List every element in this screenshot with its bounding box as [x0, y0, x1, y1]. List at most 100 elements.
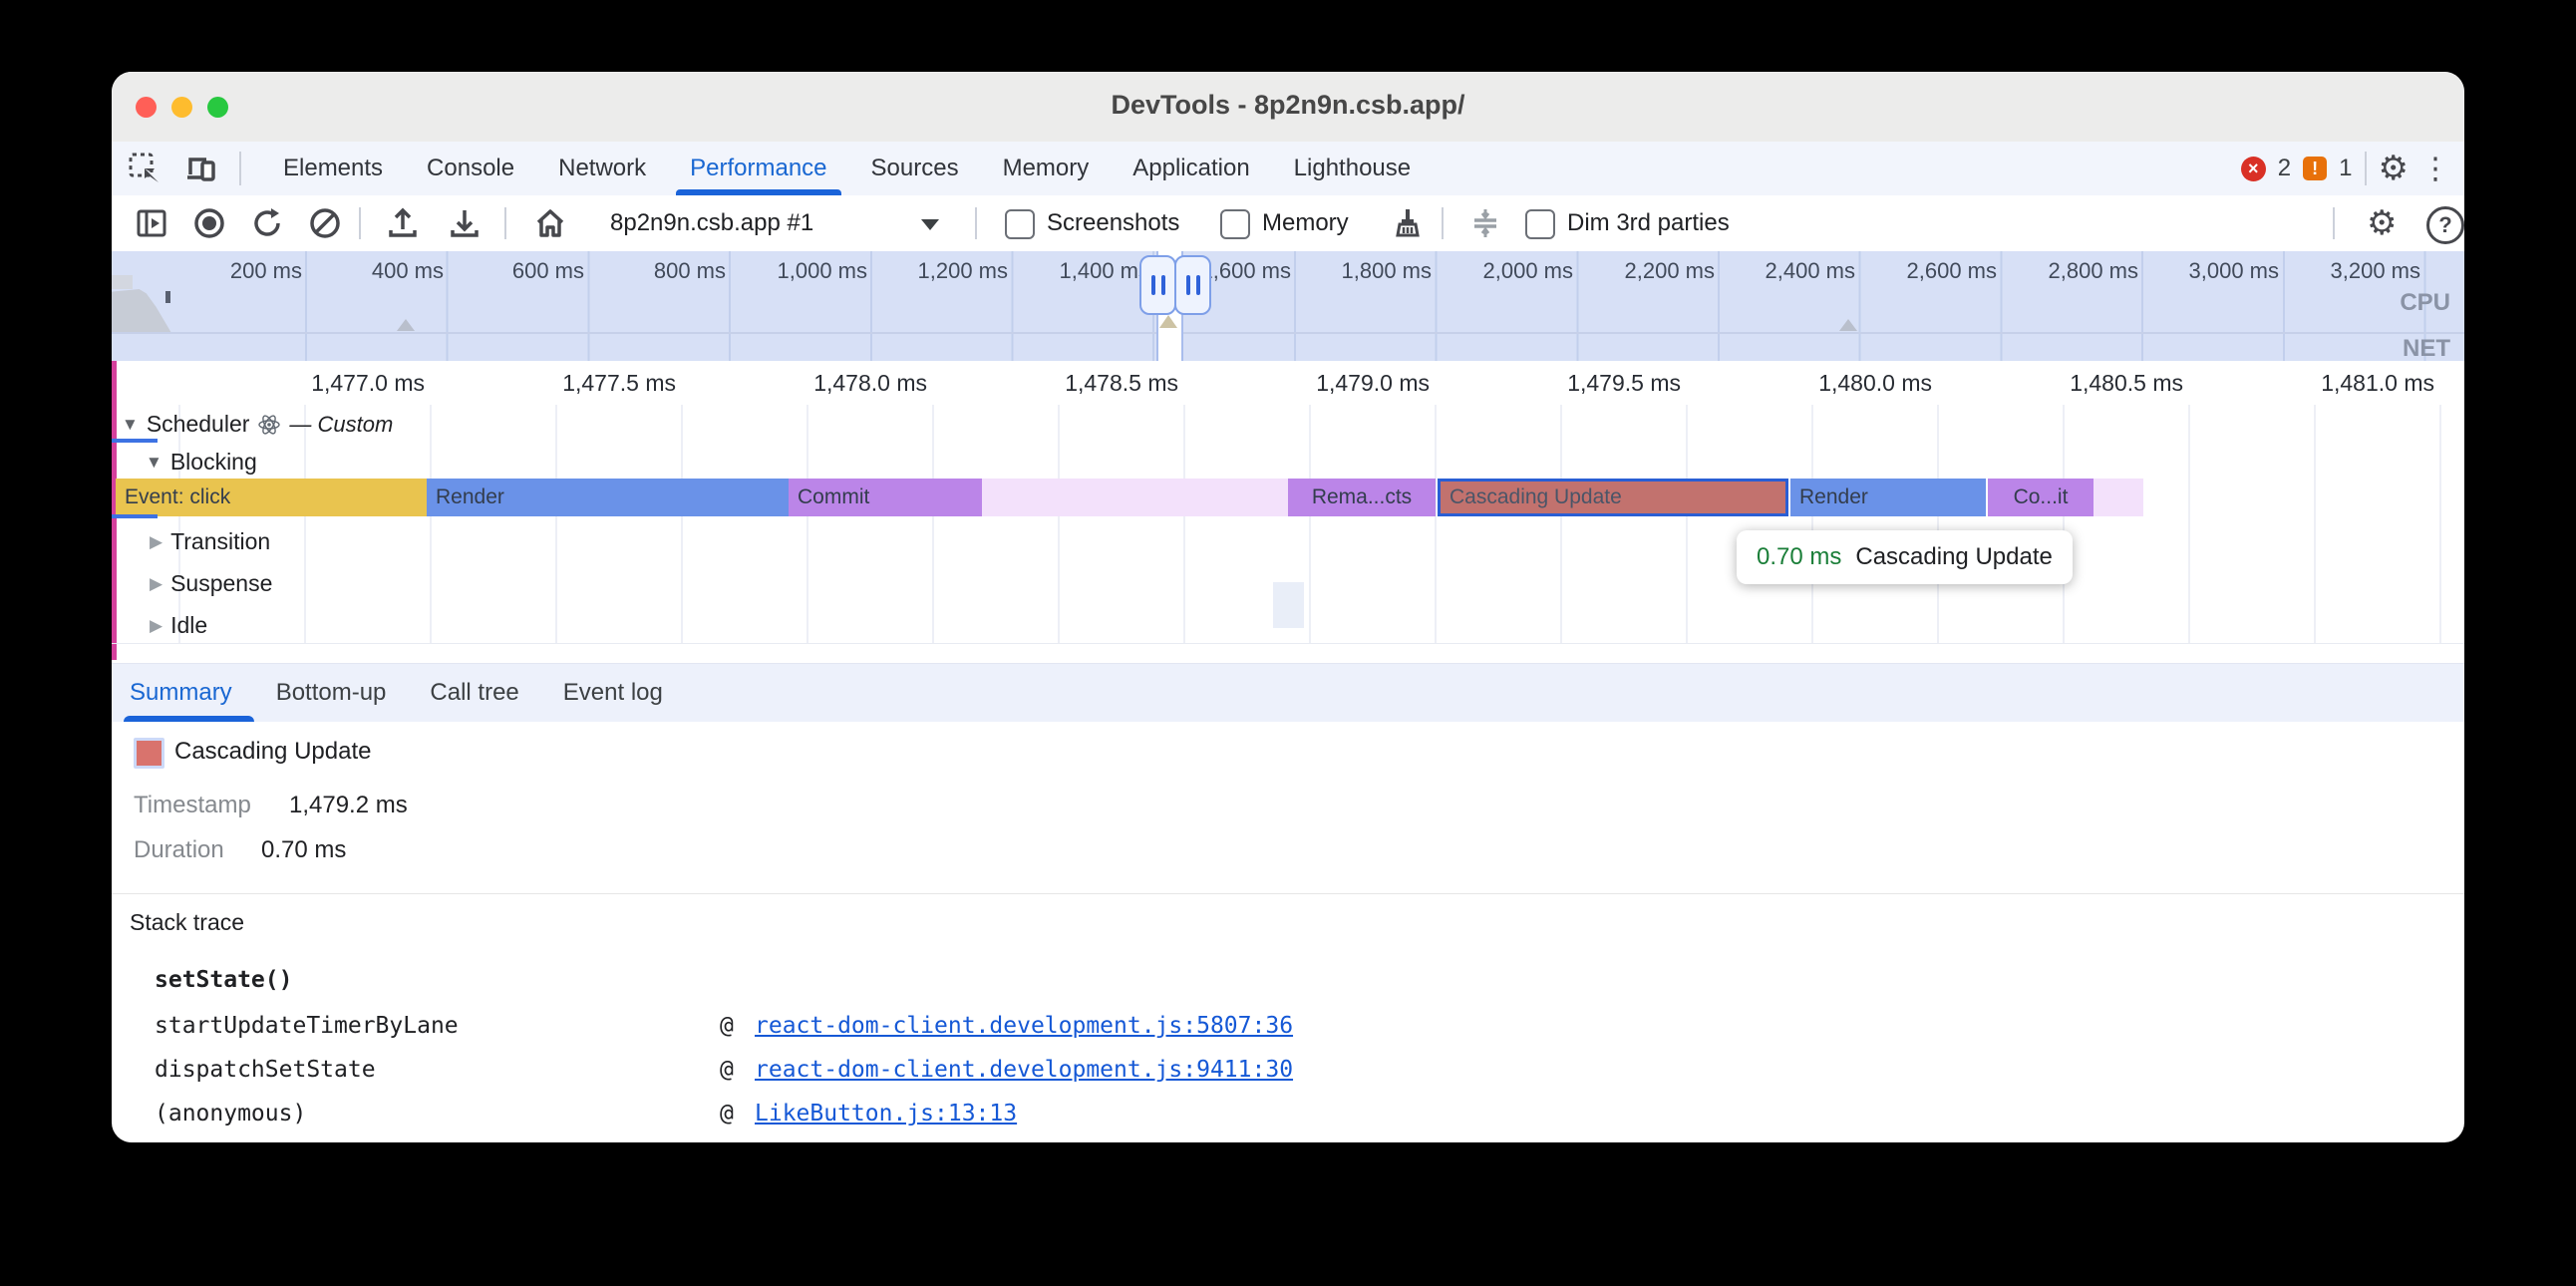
disclosure-expanded-icon[interactable]: ▼: [122, 415, 139, 435]
tab-memory[interactable]: Memory: [981, 142, 1112, 195]
tab-network[interactable]: Network: [536, 142, 668, 195]
selection-left-handle[interactable]: [1139, 255, 1176, 315]
flame-bar-remaining-effects[interactable]: Rema...cts: [1288, 479, 1436, 516]
history-select[interactable]: 8p2n9n.csb.app #1: [610, 209, 813, 237]
flame-bar-commit-2[interactable]: Co...it: [1988, 479, 2093, 516]
memory-checkbox-label[interactable]: Memory: [1262, 209, 1349, 237]
ruler-tick: 1,478.5 ms: [979, 370, 1178, 397]
selection-marker-icon: [1159, 315, 1177, 328]
tab-sources[interactable]: Sources: [849, 142, 981, 195]
console-errors-icon[interactable]: ×: [2241, 157, 2266, 181]
stack-frame-source-link[interactable]: LikeButton.js:13:13: [755, 1101, 1017, 1126]
error-count[interactable]: 2: [2278, 155, 2291, 182]
flame-bar-event-click[interactable]: Event: click: [116, 479, 427, 516]
summary-divider: [112, 893, 2464, 894]
flame-bar-render-2[interactable]: Render: [1790, 479, 1986, 516]
overview-tick: 3,200 ms: [2261, 258, 2420, 284]
scheduler-track-header[interactable]: ▼ Scheduler — Custom: [122, 411, 393, 438]
tab-lighthouse[interactable]: Lighthouse: [1272, 142, 1433, 195]
flame-bar-tail[interactable]: [2093, 479, 2143, 516]
record-icon[interactable]: [191, 205, 227, 241]
divider: [2365, 152, 2367, 185]
selection-right-handle[interactable]: [1174, 255, 1211, 315]
selected-event-title: Cascading Update: [174, 738, 371, 766]
stack-frame-at: @: [720, 1013, 734, 1039]
overview-tick: 800 ms: [566, 258, 726, 284]
help-icon[interactable]: ?: [2426, 206, 2464, 244]
record-and-reload-icon[interactable]: [249, 205, 285, 241]
cpu-row-label: CPU: [2400, 289, 2450, 317]
suspense-lane-header[interactable]: ▶ Suspense: [150, 570, 272, 597]
tab-console[interactable]: Console: [405, 142, 536, 195]
tab-elements[interactable]: Elements: [261, 142, 405, 195]
console-warnings-icon[interactable]: !: [2303, 157, 2327, 180]
collect-garbage-brush-icon[interactable]: [1390, 205, 1426, 241]
disclosure-collapsed-icon[interactable]: ▶: [150, 616, 162, 636]
flame-bar-passive[interactable]: [982, 479, 1288, 516]
disclosure-expanded-icon[interactable]: ▼: [146, 453, 162, 473]
scroll-artifact: [1273, 582, 1304, 628]
divider: [504, 207, 506, 239]
timeline-overview[interactable]: 200 ms 400 ms 600 ms 800 ms 1,000 ms 1,2…: [112, 251, 2464, 361]
tab-performance[interactable]: Performance: [668, 142, 848, 195]
warning-count[interactable]: 1: [2339, 155, 2352, 182]
details-tab-bar: Summary Bottom-up Call tree Event log: [112, 663, 2464, 722]
toggle-sidebar-icon[interactable]: [134, 205, 169, 241]
duration-label: Duration: [134, 836, 224, 864]
shrink-rows-icon[interactable]: [1467, 205, 1503, 241]
toggle-device-toolbar-icon[interactable]: [183, 152, 217, 185]
clear-icon[interactable]: [307, 205, 343, 241]
overview-tick: 200 ms: [143, 258, 302, 284]
flame-bar-tooltip: 0.70 ms Cascading Update: [1737, 530, 2073, 584]
tab-application[interactable]: Application: [1111, 142, 1271, 195]
save-profile-icon[interactable]: [447, 205, 483, 241]
screenshots-checkbox[interactable]: [1005, 209, 1035, 239]
tab-summary[interactable]: Summary: [130, 664, 254, 722]
grip-line: [1151, 275, 1155, 295]
settings-gear-icon[interactable]: ⚙: [2379, 152, 2409, 185]
stack-frame-source-link[interactable]: react-dom-client.development.js:9411:30: [755, 1057, 1293, 1083]
ruler-tick: 1,479.5 ms: [1481, 370, 1681, 397]
disclosure-collapsed-icon[interactable]: ▶: [150, 532, 162, 552]
select-caret-down-icon[interactable]: [921, 219, 939, 230]
divider: [1442, 207, 1444, 239]
tab-bar-right-controls: × 2 ! 1 ⚙ ⋮: [2241, 142, 2450, 195]
title-bar[interactable]: DevTools - 8p2n9n.csb.app/: [112, 72, 2464, 144]
tab-event-log[interactable]: Event log: [541, 664, 685, 722]
overview-tick: 400 ms: [284, 258, 444, 284]
divider: [359, 207, 361, 239]
overview-tick: 2,200 ms: [1555, 258, 1715, 284]
flame-bar-render[interactable]: Render: [427, 479, 789, 516]
home-icon[interactable]: [532, 205, 568, 241]
stack-frame-function: setState(): [155, 967, 292, 993]
inspect-element-icon[interactable]: [128, 152, 161, 185]
divider: [2333, 207, 2335, 239]
screenshots-checkbox-label[interactable]: Screenshots: [1047, 209, 1179, 237]
desktop-background: DevTools - 8p2n9n.csb.app/ Elements Cons…: [0, 0, 2576, 1286]
tab-bottom-up[interactable]: Bottom-up: [254, 664, 409, 722]
stack-frame-function: (anonymous): [155, 1101, 306, 1126]
flame-bar-cascading-update-selected[interactable]: Cascading Update: [1438, 479, 1788, 516]
capture-settings-gear-icon[interactable]: ⚙: [2367, 206, 2397, 240]
overview-tick: 2,000 ms: [1414, 258, 1573, 284]
ruler-tick: 1,477.5 ms: [477, 370, 676, 397]
disclosure-collapsed-icon[interactable]: ▶: [150, 574, 162, 594]
overview-marker-icon: [397, 319, 415, 331]
overview-tick: 3,000 ms: [2119, 258, 2279, 284]
memory-checkbox[interactable]: [1220, 209, 1250, 239]
dim-3rd-parties-checkbox-label[interactable]: Dim 3rd parties: [1567, 209, 1730, 237]
duration-value: 0.70 ms: [261, 836, 346, 864]
blocking-lane-header[interactable]: ▼ Blocking: [146, 449, 257, 476]
tab-call-tree[interactable]: Call tree: [408, 664, 540, 722]
ruler-tick: 1,478.0 ms: [728, 370, 927, 397]
flame-bar-commit[interactable]: Commit: [789, 479, 982, 516]
window-title: DevTools - 8p2n9n.csb.app/: [112, 90, 2464, 121]
dim-3rd-parties-checkbox[interactable]: [1525, 209, 1555, 239]
scheduler-mode-note: — Custom: [289, 412, 393, 438]
transition-lane-header[interactable]: ▶ Transition: [150, 528, 270, 555]
stack-frame-source-link[interactable]: react-dom-client.development.js:5807:36: [755, 1013, 1293, 1039]
grip-line: [1161, 275, 1165, 295]
more-options-kebab-icon[interactable]: ⋮: [2420, 152, 2450, 186]
load-profile-icon[interactable]: [385, 205, 421, 241]
idle-lane-header[interactable]: ▶ Idle: [150, 612, 207, 639]
